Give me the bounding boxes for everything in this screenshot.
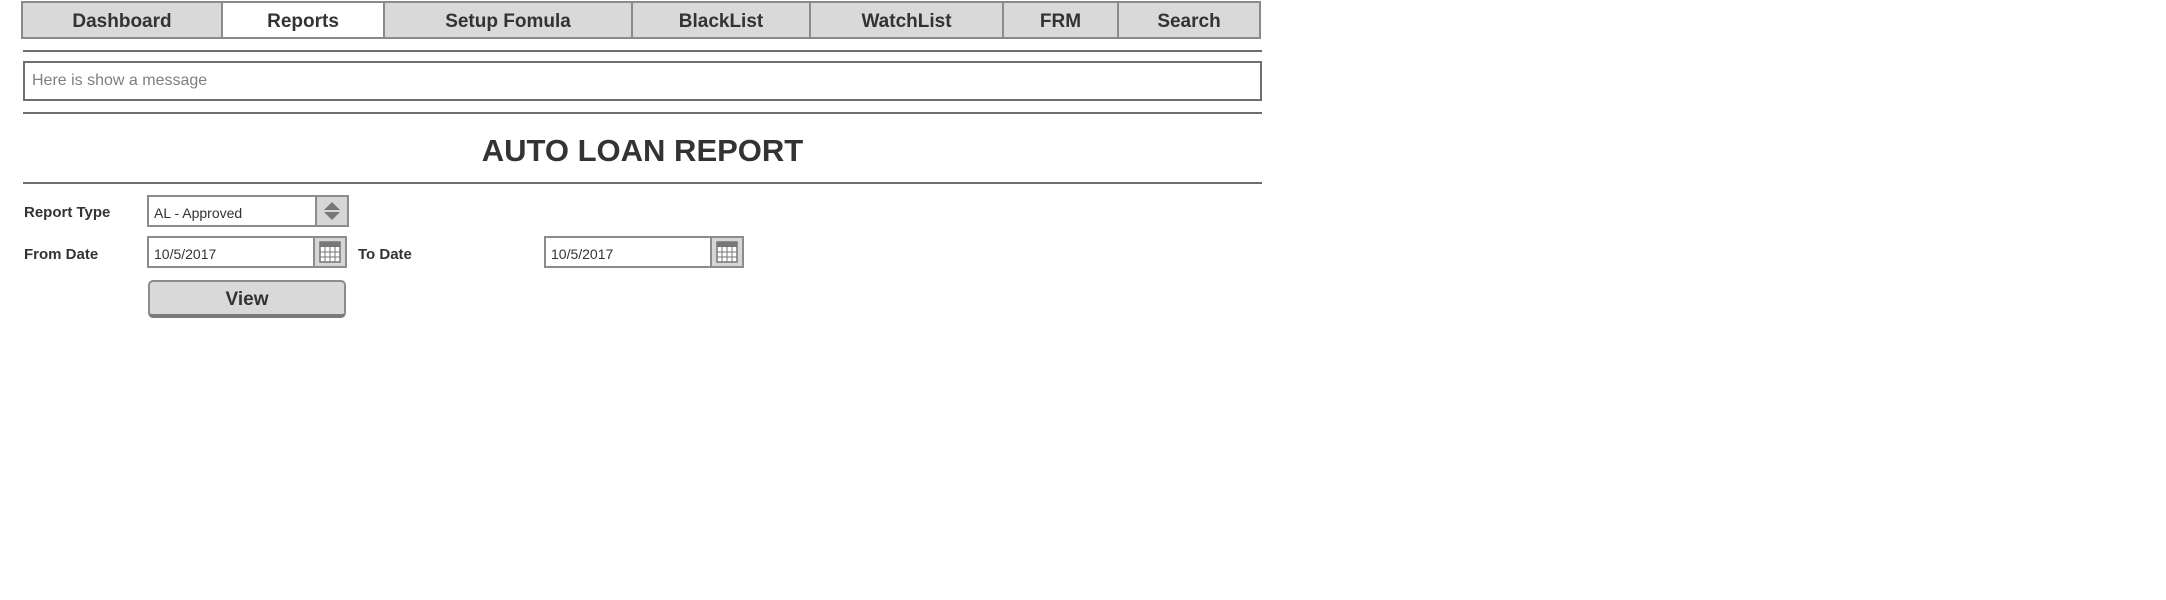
top-divider <box>23 50 1262 52</box>
tab-frm[interactable]: FRM <box>1004 3 1119 37</box>
to-date-value: 10/5/2017 <box>551 245 614 262</box>
view-button[interactable]: View <box>148 280 346 318</box>
message-divider <box>23 112 1262 114</box>
page-title: AUTO LOAN REPORT <box>481 133 804 168</box>
tab-watchlist[interactable]: WatchList <box>811 3 1004 37</box>
tab-search[interactable]: Search <box>1119 3 1259 37</box>
from-date-input[interactable]: 10/5/2017 <box>147 236 347 268</box>
report-type-select[interactable]: AL - Approved <box>147 195 349 227</box>
from-date-label: From Date <box>24 246 99 263</box>
tab-reports[interactable]: Reports <box>223 3 385 37</box>
tab-dashboard[interactable]: Dashboard <box>23 3 223 37</box>
message-text: Here is show a message <box>32 72 208 89</box>
to-date-label: To Date <box>358 246 412 263</box>
report-type-label: Report Type <box>24 204 111 221</box>
to-date-input[interactable]: 10/5/2017 <box>544 236 744 268</box>
from-date-value: 10/5/2017 <box>154 245 217 262</box>
calendar-icon[interactable] <box>313 238 345 266</box>
message-box: Here is show a message <box>23 61 1262 101</box>
up-down-stepper-icon[interactable] <box>315 197 347 225</box>
report-type-value: AL - Approved <box>154 204 243 221</box>
tab-setup-fomula[interactable]: Setup Fomula <box>385 3 633 37</box>
title-divider <box>23 182 1262 184</box>
calendar-icon[interactable] <box>710 238 742 266</box>
tab-blacklist[interactable]: BlackList <box>633 3 811 37</box>
main-nav-tabs: Dashboard Reports Setup Fomula BlackList… <box>21 1 1261 39</box>
